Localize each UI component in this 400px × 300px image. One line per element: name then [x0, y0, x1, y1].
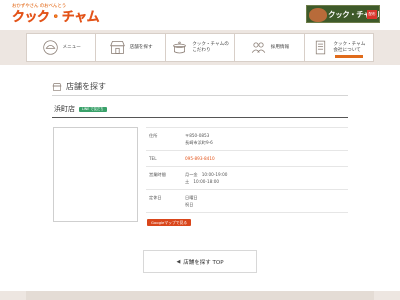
info-label: 住所: [149, 133, 158, 138]
hours-weekday: 月～金 10:00-19:00: [185, 172, 228, 177]
store-name: 浜町店: [54, 105, 75, 113]
info-label: 営業時間: [149, 172, 166, 177]
bento-image: [309, 8, 327, 22]
page-heading: 店舗を探す: [52, 81, 106, 92]
logo-wordmark: クック・チャム: [12, 10, 100, 25]
info-value: 〒850-0853 長崎市浜町9-6: [185, 132, 213, 146]
phone-link[interactable]: 095-893-8410: [185, 155, 215, 162]
banner-badge: 配布: [367, 10, 377, 19]
postal-code: 〒850-0853: [185, 133, 210, 138]
nav-item-find-store[interactable]: 店舗を探す: [96, 34, 166, 61]
info-row-tel: TEL 095-893-8410: [146, 150, 348, 166]
nav-label-menu: メニュー: [62, 44, 81, 50]
info-row-hours: 営業時間 月～金 10:00-19:00 土 10:00-18:00: [146, 166, 348, 189]
nav-label-find-store: 店舗を探す: [129, 44, 153, 50]
info-value: 月～金 10:00-19:00 土 10:00-18:00: [185, 171, 227, 185]
info-row-closed: 定休日 日曜日 祝日: [146, 189, 348, 213]
nav-label-recruit: 採用情報: [270, 44, 290, 50]
store-header: 浜町店 LINE で友だち: [54, 104, 107, 114]
store-map[interactable]: [53, 127, 138, 222]
shop-icon: [52, 82, 62, 91]
site-header: おかずやさん のおべんとう クック・チャム クック・チャムDM 配布: [0, 0, 400, 30]
line-friend-badge[interactable]: LINE で友だち: [79, 106, 107, 112]
nav-item-menu[interactable]: メニュー: [27, 34, 97, 61]
info-row-address: 住所 〒850-0853 長崎市浜町9-6: [146, 127, 348, 150]
nav-item-commitment[interactable]: クック・チャムの こだわり: [166, 34, 236, 61]
footer-bar: [0, 291, 400, 300]
pot-icon: [173, 41, 187, 54]
closed-holiday: 祝日: [185, 202, 194, 207]
back-button-label: 店舗を探す TOP: [183, 259, 224, 266]
store-info-table: 住所 〒850-0853 長崎市浜町9-6 TEL 095-893-8410 営…: [146, 127, 348, 213]
caret-left-icon: ◀: [176, 258, 181, 265]
shop-icon: [109, 41, 125, 54]
dm-banner[interactable]: クック・チャムDM 配布: [306, 5, 380, 23]
page-title: 店舗を探す: [66, 82, 106, 91]
back-to-store-top-button[interactable]: ◀ 店舗を探す TOP: [143, 250, 257, 273]
nav-item-company[interactable]: クック・チャム 会社について: [305, 34, 373, 61]
global-nav-bar: メニュー 店舗を探す クック・チャムの こだわり 採用情報 クック・チャム 会社…: [0, 30, 400, 65]
footer-panel: [26, 291, 374, 300]
rice-bowl-icon: [42, 40, 58, 55]
google-map-button[interactable]: Googleマップで見る: [147, 219, 192, 226]
nav-item-recruit[interactable]: 採用情報: [235, 34, 305, 61]
divider: [52, 117, 348, 118]
global-nav: メニュー 店舗を探す クック・チャムの こだわり 採用情報 クック・チャム 会社…: [26, 33, 374, 62]
nav-label-company: クック・チャム 会社について: [333, 41, 366, 53]
info-label: TEL: [149, 156, 157, 161]
info-value: 日曜日 祝日: [185, 194, 198, 208]
cookchum-logo[interactable]: おかずやさん のおべんとう クック・チャム: [12, 4, 104, 26]
nav-label-commitment: クック・チャムの こだわり: [192, 41, 229, 53]
people-icon: [251, 42, 265, 53]
divider: [52, 95, 348, 96]
active-indicator: [335, 55, 364, 58]
info-label: 定休日: [149, 195, 162, 200]
hours-saturday: 土 10:00-18:00: [185, 179, 220, 184]
document-icon: [316, 40, 326, 55]
closed-day: 日曜日: [185, 195, 198, 200]
address: 長崎市浜町9-6: [185, 140, 213, 145]
